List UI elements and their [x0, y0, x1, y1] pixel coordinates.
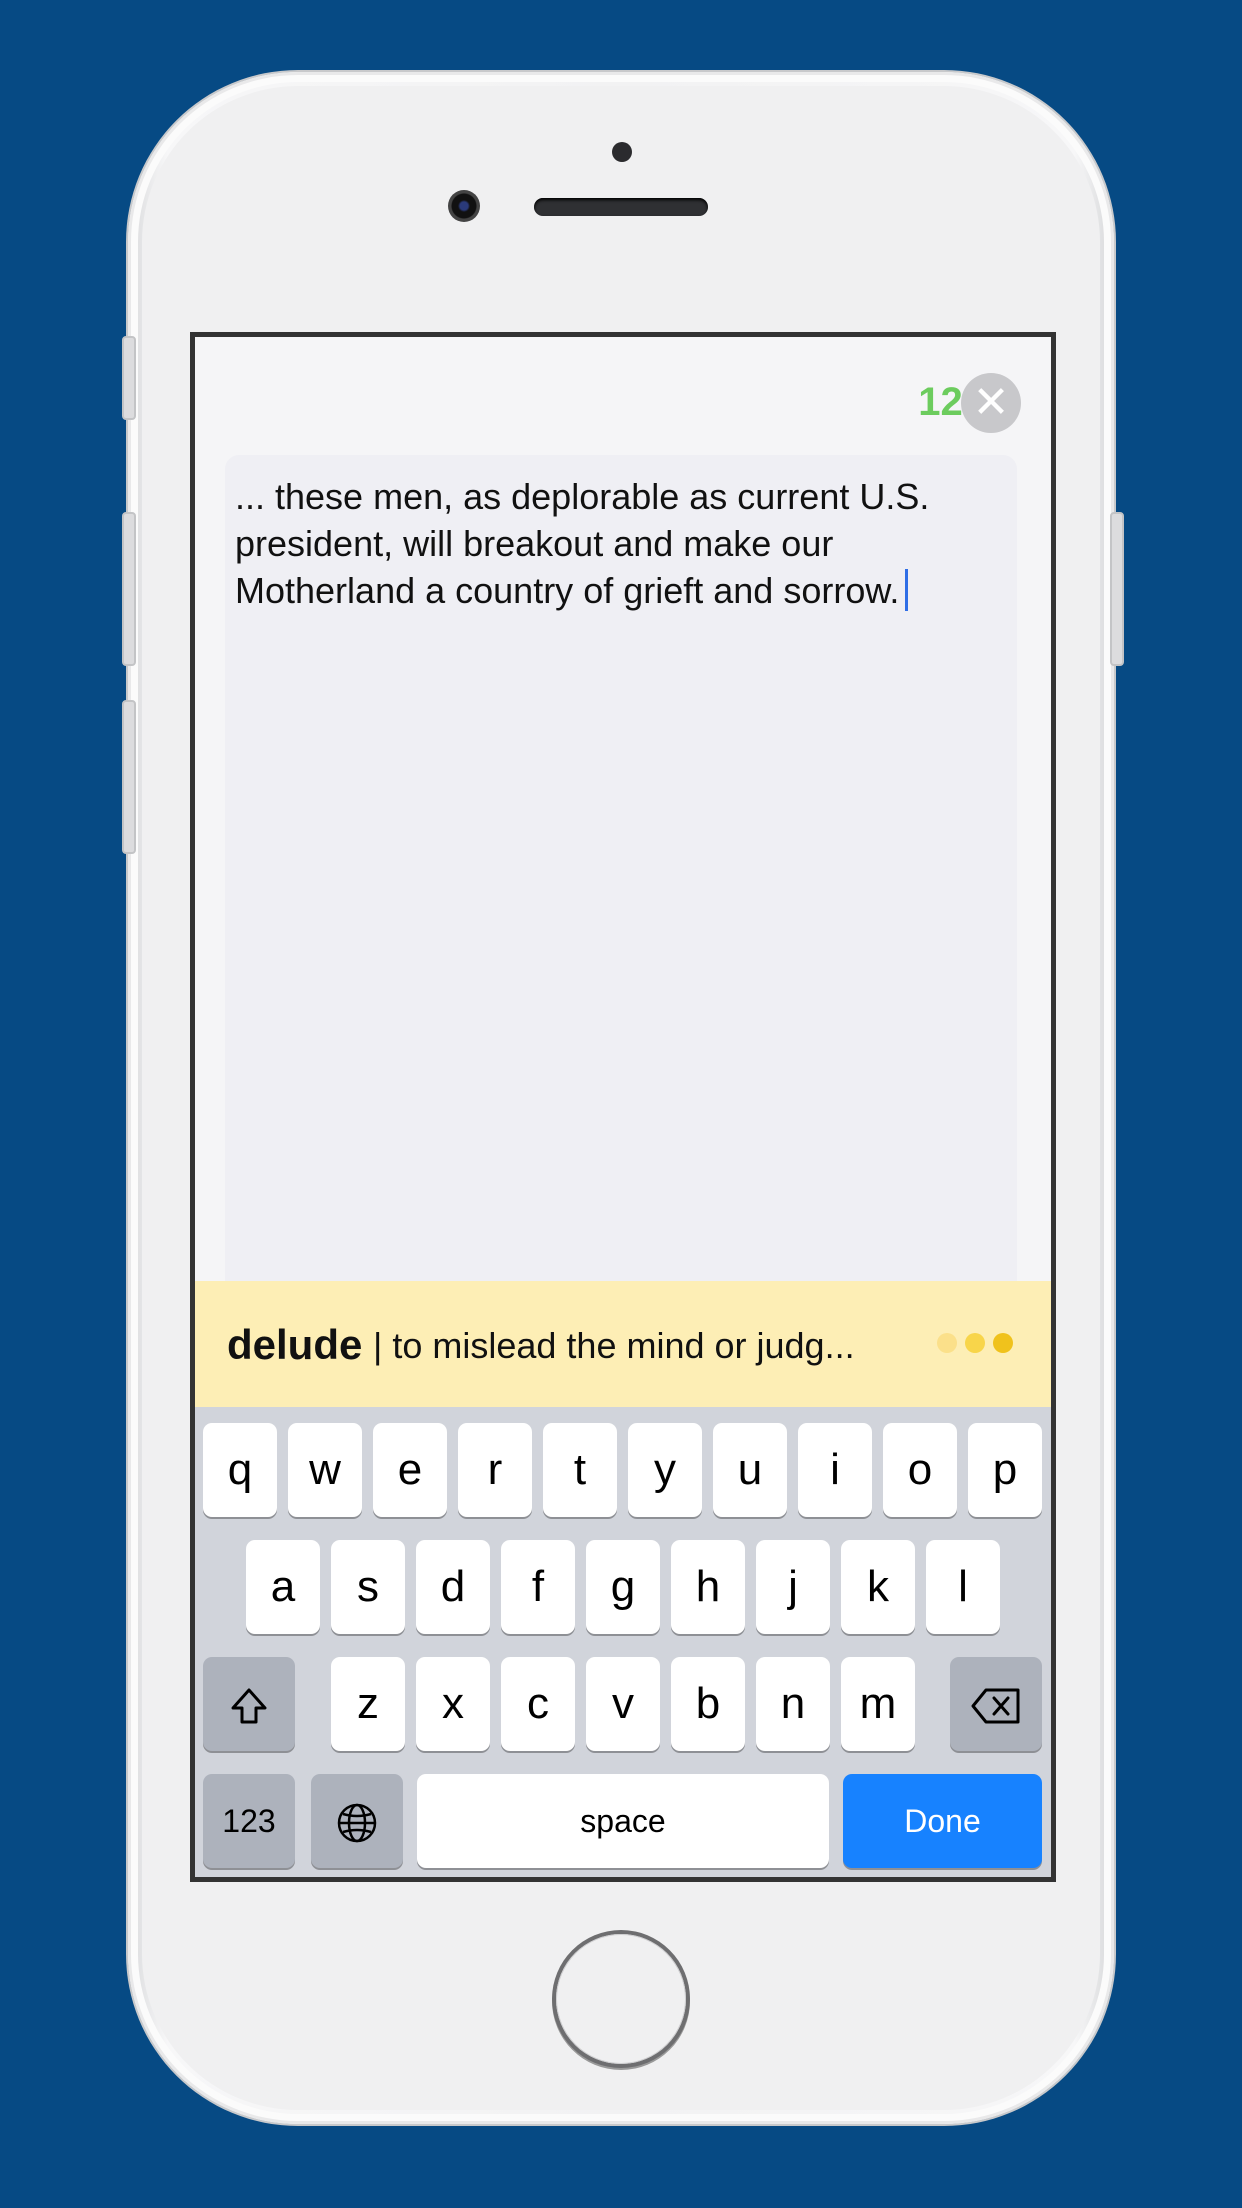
key-r[interactable]: r — [458, 1423, 532, 1517]
key-c[interactable]: c — [501, 1657, 575, 1751]
key-b[interactable]: b — [671, 1657, 745, 1751]
key-f[interactable]: f — [501, 1540, 575, 1634]
volume-up-button — [122, 512, 136, 666]
text-cursor — [905, 569, 909, 611]
front-camera-icon — [448, 190, 480, 222]
key-p[interactable]: p — [968, 1423, 1042, 1517]
dot-3 — [993, 1333, 1013, 1353]
suggestion-bar[interactable]: delude | to mislead the mind or judg... — [195, 1281, 1051, 1407]
key-h[interactable]: h — [671, 1540, 745, 1634]
numbers-key[interactable]: 123 — [203, 1774, 295, 1868]
key-q[interactable]: q — [203, 1423, 277, 1517]
key-y[interactable]: y — [628, 1423, 702, 1517]
key-e[interactable]: e — [373, 1423, 447, 1517]
home-button[interactable] — [556, 1934, 686, 2064]
dot-1 — [937, 1333, 957, 1353]
screen: 124 ✕ ... these men, as deplorable as cu… — [190, 332, 1056, 1882]
close-icon: ✕ — [972, 378, 1010, 427]
delete-key[interactable] — [950, 1657, 1042, 1751]
more-dots-icon[interactable] — [937, 1333, 1021, 1357]
key-l[interactable]: l — [926, 1540, 1000, 1634]
shift-key[interactable] — [203, 1657, 295, 1751]
key-m[interactable]: m — [841, 1657, 915, 1751]
globe-key[interactable] — [311, 1774, 403, 1868]
globe-icon — [337, 1804, 377, 1843]
key-w[interactable]: w — [288, 1423, 362, 1517]
suggestion-word[interactable]: delude — [227, 1319, 362, 1371]
key-z[interactable]: z — [331, 1657, 405, 1751]
suggestion-definition: | to mislead the mind or judg... — [373, 1325, 855, 1366]
backspace-icon — [971, 1688, 1020, 1724]
key-s[interactable]: s — [331, 1540, 405, 1634]
key-n[interactable]: n — [756, 1657, 830, 1751]
shift-icon — [231, 1688, 267, 1724]
key-t[interactable]: t — [543, 1423, 617, 1517]
keyboard: q w e r t y u i o p a s d f g h j k l z … — [195, 1407, 1051, 1877]
key-k[interactable]: k — [841, 1540, 915, 1634]
key-x[interactable]: x — [416, 1657, 490, 1751]
key-j[interactable]: j — [756, 1540, 830, 1634]
power-button — [1110, 512, 1124, 666]
proximity-sensor — [612, 142, 632, 162]
key-i[interactable]: i — [798, 1423, 872, 1517]
dot-2 — [965, 1333, 985, 1353]
app-view: 124 ✕ ... these men, as deplorable as cu… — [195, 337, 1051, 1877]
done-button[interactable]: Done — [843, 1774, 1042, 1868]
earpiece-speaker — [534, 198, 708, 216]
space-key[interactable]: space — [417, 1774, 829, 1868]
close-button[interactable]: ✕ — [961, 373, 1021, 433]
editor-text-content: ... these men, as deplorable as current … — [235, 476, 930, 611]
key-v[interactable]: v — [586, 1657, 660, 1751]
editor-text: ... these men, as deplorable as current … — [235, 473, 1005, 614]
mute-switch — [122, 336, 136, 420]
key-d[interactable]: d — [416, 1540, 490, 1634]
key-a[interactable]: a — [246, 1540, 320, 1634]
key-o[interactable]: o — [883, 1423, 957, 1517]
key-g[interactable]: g — [586, 1540, 660, 1634]
volume-down-button — [122, 700, 136, 854]
key-u[interactable]: u — [713, 1423, 787, 1517]
